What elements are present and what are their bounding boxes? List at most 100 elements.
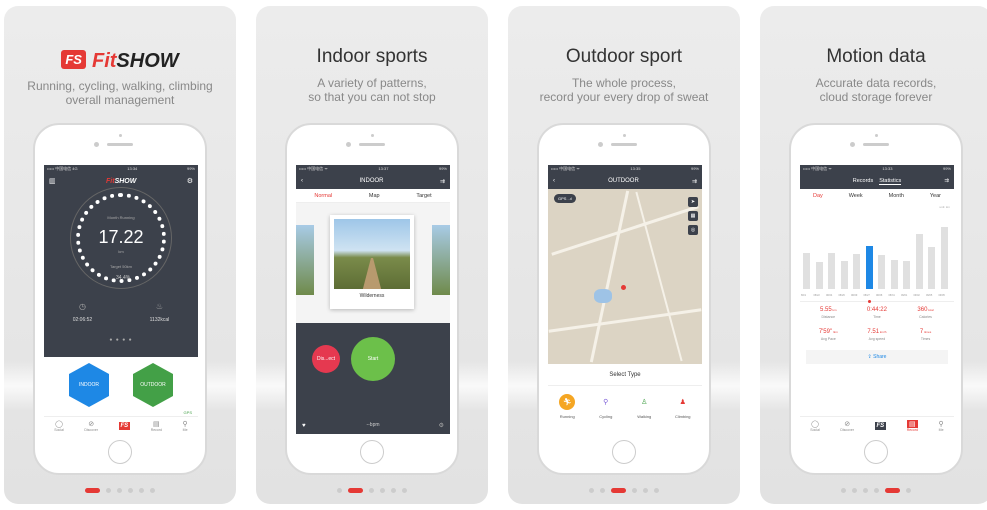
tab-social[interactable]: ◯ Social [54, 420, 64, 432]
type-cycling[interactable]: ⚲ Cycling [598, 394, 614, 419]
dot-active [611, 488, 626, 494]
stat-unit: /km [832, 330, 838, 334]
back-icon[interactable]: ‹ [553, 178, 555, 184]
chart-bar[interactable] [903, 261, 910, 289]
stat-label: Distance [821, 315, 836, 319]
scene-thumb-left[interactable] [296, 225, 314, 295]
chart-bar[interactable] [878, 255, 885, 289]
type-label: Climbing [674, 414, 691, 419]
phone-screen: ••••• 中国电信 ᯤ 13:33 99% Records Statistics ⇉ … [800, 165, 954, 434]
tab-discover[interactable]: ⊘ Discover [840, 420, 854, 432]
chart-bar[interactable] [928, 247, 935, 289]
card-indoor: Indoor sports A variety of patterns, so t… [256, 6, 488, 504]
tab-records[interactable]: Records [853, 178, 873, 184]
tab-statistics[interactable]: Statistics [879, 178, 902, 185]
nav-bar: ‹ INDOOR ⇉ [296, 173, 450, 189]
pagination-dots [760, 482, 987, 500]
month-value: 17.22 [98, 227, 144, 247]
tab-social[interactable]: ◯ Social [810, 420, 820, 432]
tab-home[interactable]: FS [118, 421, 131, 430]
share-icon[interactable]: ⇉ [692, 178, 697, 185]
chart-bar[interactable] [815, 262, 823, 289]
chart-tick-label: 09/05 [938, 294, 945, 297]
tab-discover[interactable]: ⊘ Discover [84, 420, 98, 432]
map-road [589, 190, 630, 363]
share-button[interactable]: ⇪ Share [806, 350, 948, 364]
layers-icon[interactable]: ▦ [688, 211, 698, 221]
phone-frame: ••••• 中国电信 ᯤ 13:35 99% ‹ OUTDOOR ⇉ GPS ..ıl … [537, 123, 711, 475]
gear-icon[interactable]: ⚙ [439, 422, 444, 429]
share-icon[interactable]: ⇉ [440, 178, 445, 185]
share-icon[interactable]: ⇉ [944, 178, 949, 184]
tab-normal[interactable]: Normal [314, 193, 332, 199]
speaker [611, 143, 637, 146]
gps-status: GPS [183, 410, 192, 415]
chart-bar[interactable] [828, 252, 835, 289]
phone-frame: ••••• 中国电信 ᯤ 13:37 99% ‹ INDOOR ⇉ Normal Map T… [285, 123, 459, 475]
tab-day[interactable]: Day [813, 193, 823, 199]
chart-bar[interactable] [890, 259, 898, 289]
compass-icon: ⊘ [88, 420, 95, 428]
battery: 99% [186, 166, 195, 171]
phone-screen: ••••• 中国电信 ᯤ 13:35 99% ‹ OUTDOOR ⇉ GPS ..ıl … [548, 165, 702, 434]
type-walking[interactable]: ♙ Walking [636, 394, 652, 419]
tab-map[interactable]: Map [369, 193, 380, 199]
locate-icon[interactable]: ➤ [688, 197, 698, 207]
sport-types: 🏃︎ Running ⚲ Cycling ♙ Walking ♟ Climbing [548, 386, 702, 419]
dot [643, 488, 648, 494]
fs-logo-icon: FS [118, 421, 131, 430]
chart-bar[interactable] [803, 252, 810, 289]
scene-thumb-right[interactable] [432, 225, 450, 295]
map-view[interactable]: GPS ..ıl ➤ ▦ ◎ [548, 189, 702, 364]
type-label: Cycling [599, 414, 613, 419]
chart-bar[interactable] [865, 245, 873, 289]
back-icon[interactable]: ‹ [301, 178, 303, 184]
dot [150, 488, 155, 494]
start-button[interactable]: Start [351, 337, 395, 381]
record-icon: ▤ [153, 420, 160, 428]
tab-week[interactable]: Week [849, 193, 863, 199]
camera-dot [623, 134, 626, 137]
stats-icon[interactable]: ▥ [49, 177, 56, 185]
clock: 13:37 [378, 166, 389, 171]
tab-label: Me [182, 427, 188, 432]
stat-value: 7.51 km/h [867, 329, 887, 335]
camera-dot [371, 134, 374, 137]
stat-cell: 360 kcal Calories [901, 302, 950, 324]
status-bar: ••••• 中国电信 ᯤ 13:37 99% [296, 165, 450, 173]
stat-cell: 7.51 km/h Avg speed [853, 324, 902, 346]
tab-me[interactable]: ⚲ Me [183, 420, 188, 432]
tab-me[interactable]: ⚲ Me [939, 420, 944, 432]
dot [106, 488, 111, 494]
tab-record[interactable]: ▤ Record [151, 420, 162, 432]
settings-icon[interactable]: ⚙ [187, 177, 193, 185]
disconnect-button[interactable]: Dis...ect [312, 345, 340, 373]
chart-tick-label: 09/05 [926, 294, 933, 297]
chart-bar[interactable] [940, 227, 948, 289]
indoor-button[interactable]: INDOOR [69, 363, 109, 407]
tab-record[interactable]: ▤ Record [906, 419, 918, 432]
type-running[interactable]: 🏃︎ Running [559, 394, 576, 419]
mode-buttons: INDOOR OUTDOOR GPS [44, 357, 198, 415]
subtitle-line: The whole process, [571, 76, 677, 90]
chart-tick-label: 09/01 [901, 294, 908, 297]
outdoor-button[interactable]: OUTDOOR [133, 363, 173, 407]
stat-unit: kcal [927, 308, 934, 312]
pagination-dots [256, 482, 488, 500]
tab-month[interactable]: Month [889, 193, 904, 199]
scene-gallery: Wilderness [296, 203, 450, 331]
subtitle-line: A variety of patterns, [317, 76, 427, 90]
chart-bar[interactable] [915, 234, 923, 289]
tab-year[interactable]: Year [930, 193, 941, 199]
target-icon[interactable]: ◎ [688, 225, 698, 235]
scene-card[interactable]: Wilderness [330, 215, 414, 309]
chart-bar[interactable] [840, 261, 848, 289]
tab-target[interactable]: Target [416, 193, 431, 199]
duration-value: 02:06:52 [72, 317, 93, 323]
chart-bar[interactable] [853, 254, 860, 289]
stat-cell: 0:44:22 Time [853, 302, 902, 324]
type-climbing[interactable]: ♟ Climbing [675, 394, 691, 419]
mode-tabs: Normal Map Target [296, 189, 450, 203]
carrier: ••••• 中国电信 ᯤ [551, 166, 580, 171]
tab-home[interactable]: FS [874, 421, 887, 430]
